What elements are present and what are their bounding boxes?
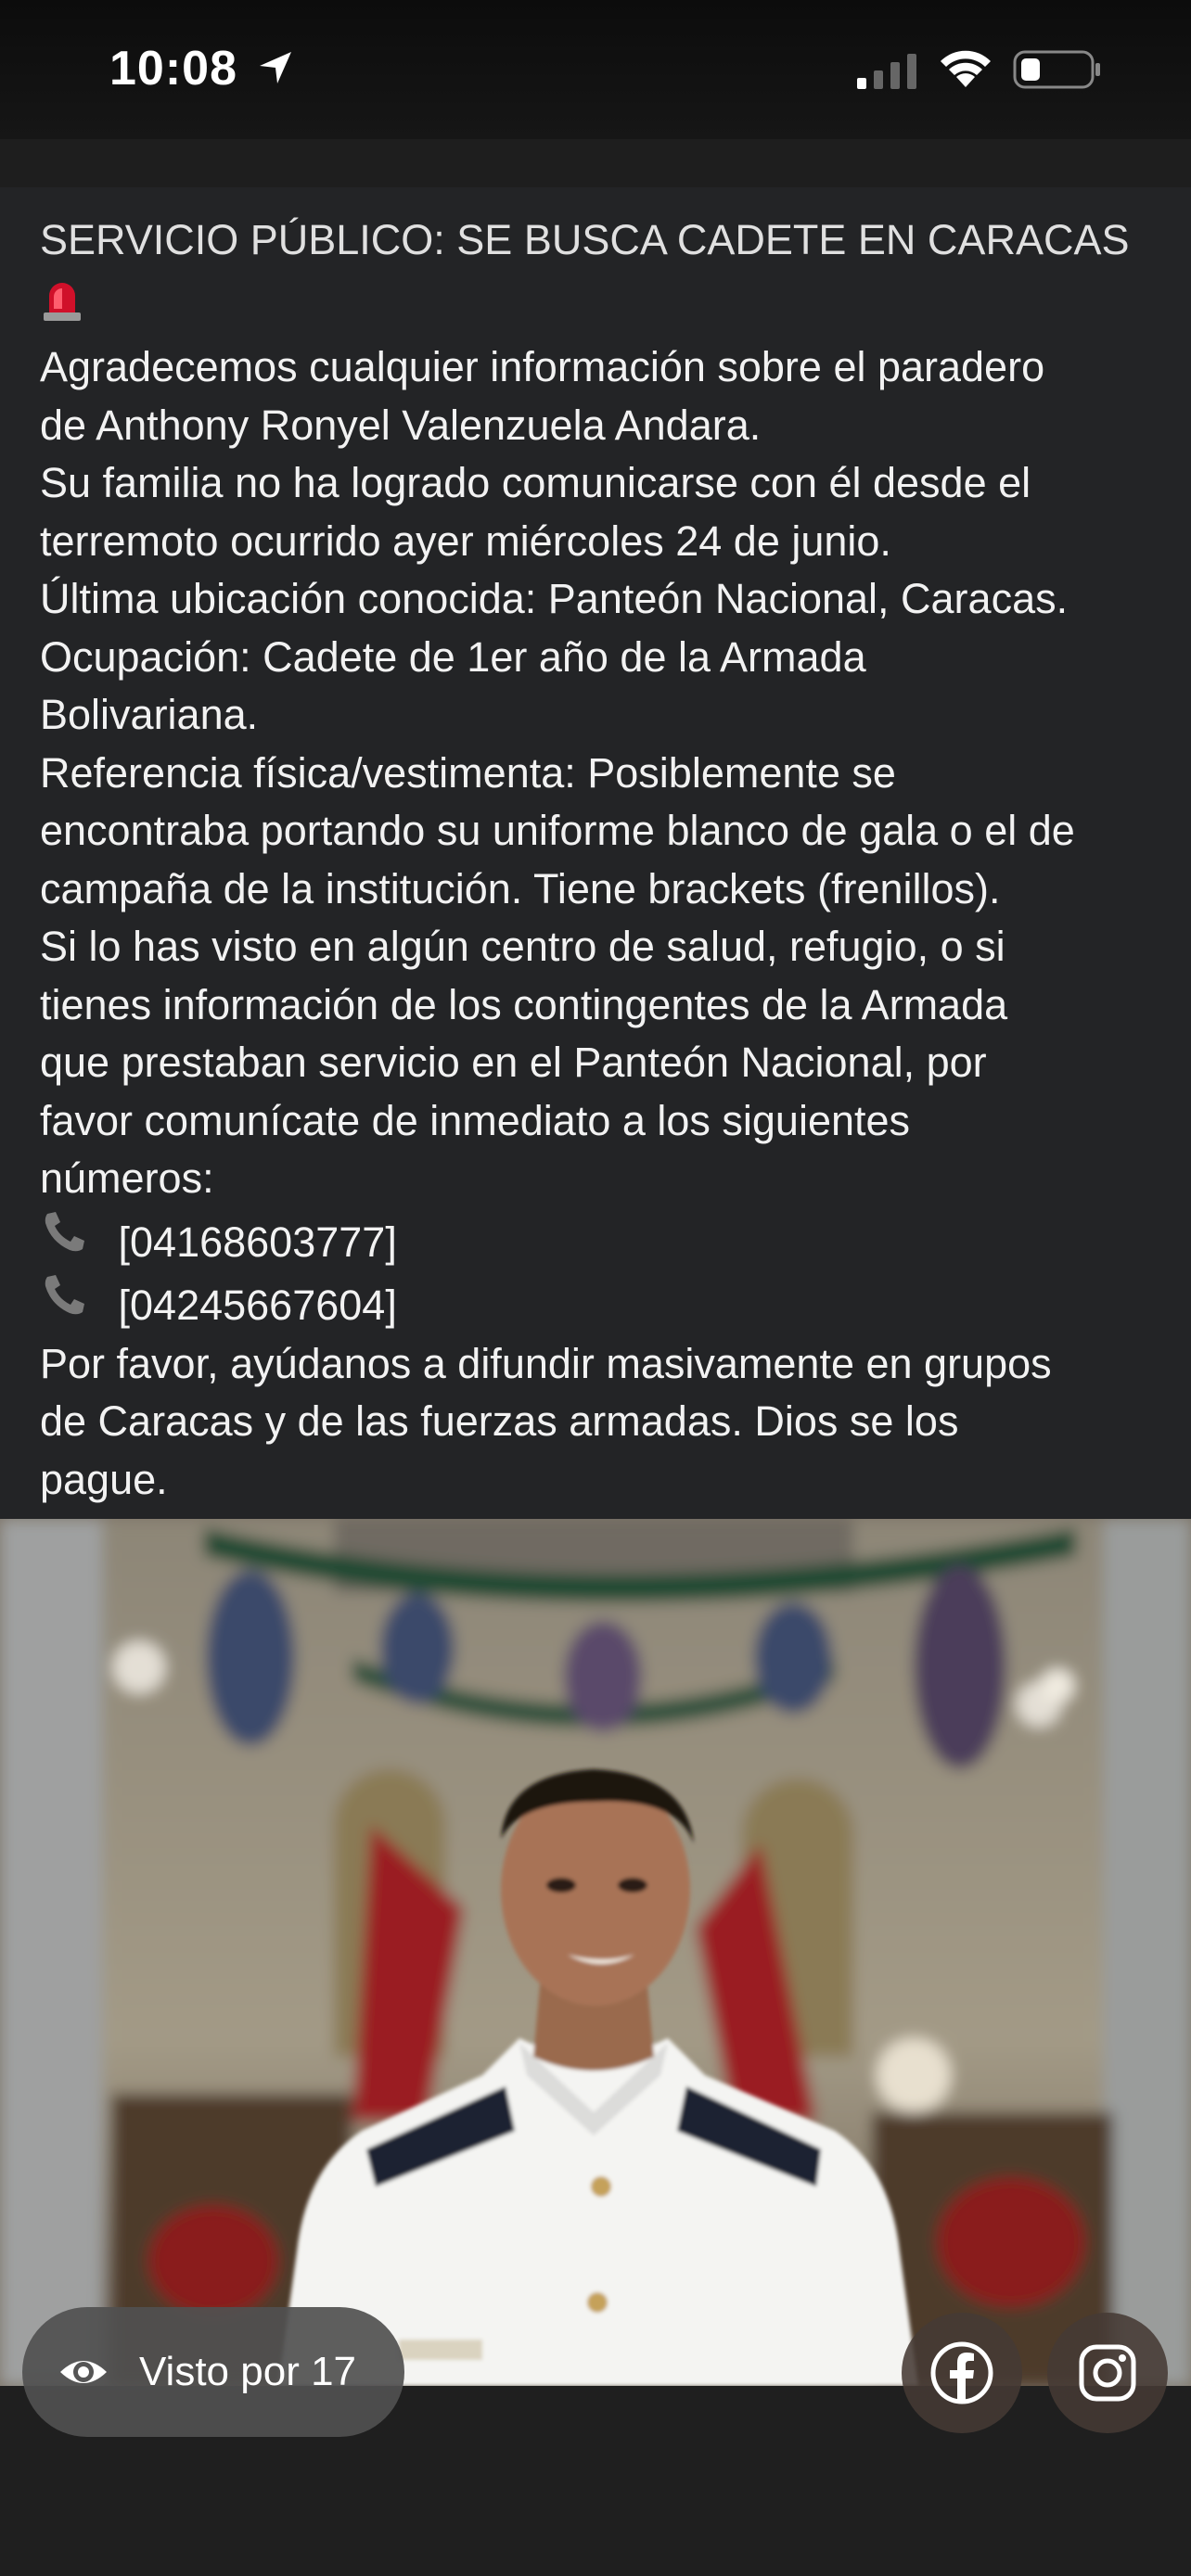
status-time: 10:08 (109, 42, 237, 96)
eye-icon (60, 2361, 107, 2383)
story-line-1: Agradecemos cualquier información sobre … (40, 343, 1045, 390)
story-line-15: números: (40, 1154, 214, 1202)
story-line-4: terremoto ocurrido ayer miércoles 24 de … (40, 516, 891, 565)
instagram-icon (1079, 2344, 1136, 2402)
story-line-8: Referencia física/vestimenta: Posiblemen… (40, 748, 896, 797)
story-closing-3: pague. (40, 1455, 168, 1503)
story-line-13: que prestaban servicio en el Panteón Nac… (40, 1039, 987, 1086)
cellular-signal-icon (857, 54, 916, 89)
siren-line (40, 270, 1172, 339)
story-closing-1: Por favor, ayúdanos a difundir masivamen… (40, 1339, 1052, 1387)
status-bar: 10:08 (0, 0, 1191, 139)
story-title: SERVICIO PÚBLICO: SE BUSCA CADETE EN CAR… (40, 216, 1130, 263)
cadet-photo (0, 1519, 1191, 2386)
story-line-12: tienes información de los contingentes d… (40, 980, 1008, 1028)
siren-icon (44, 282, 81, 321)
facebook-share-button[interactable] (902, 2313, 1022, 2433)
story-closing-2: de Caracas y de las fuerzas armadas. Dio… (40, 1397, 959, 1445)
story-line-6: Ocupación: Cadete de 1er año de la Armad… (40, 632, 866, 681)
wifi-icon (941, 50, 991, 87)
phone-number-2-text: [04245667604] (118, 1282, 397, 1329)
story-line-7: Bolivariana. (40, 691, 259, 738)
story-line-11: Si lo has visto en algún centro de salud… (40, 923, 1005, 970)
phone-icon (45, 1275, 84, 1315)
story-line-3: Su familia no ha logrado comunicarse con… (40, 459, 1031, 506)
facebook-icon (930, 2341, 993, 2404)
story-line-10: campaña de la institución. Tiene bracket… (40, 864, 1001, 912)
instagram-share-button[interactable] (1047, 2313, 1168, 2433)
battery-icon (1013, 50, 1100, 89)
story-line-2: de Anthony Ronyel Valenzuela Andara. (40, 401, 762, 449)
phone-number-1[interactable]: [04168603777] (40, 1208, 1172, 1272)
story-line-14: favor comunícate de inmediato a los sigu… (40, 1096, 911, 1144)
phone-number-1-text: [04168603777] (118, 1218, 397, 1266)
story-line-5: Última ubicación conocida: Panteón Nacio… (40, 575, 1069, 622)
story-text-panel: SERVICIO PÚBLICO: SE BUSCA CADETE EN CAR… (0, 187, 1191, 1519)
location-arrow-icon (260, 52, 291, 83)
phone-number-2[interactable]: [04245667604] (40, 1271, 1172, 1335)
story-line-9: encontraba portando su uniforme blanco d… (40, 807, 1075, 854)
views-button[interactable]: Visto por 17 (22, 2307, 404, 2437)
phone-icon (45, 1211, 84, 1251)
story-header (0, 139, 1191, 187)
views-label: Visto por 17 (139, 2349, 357, 2394)
